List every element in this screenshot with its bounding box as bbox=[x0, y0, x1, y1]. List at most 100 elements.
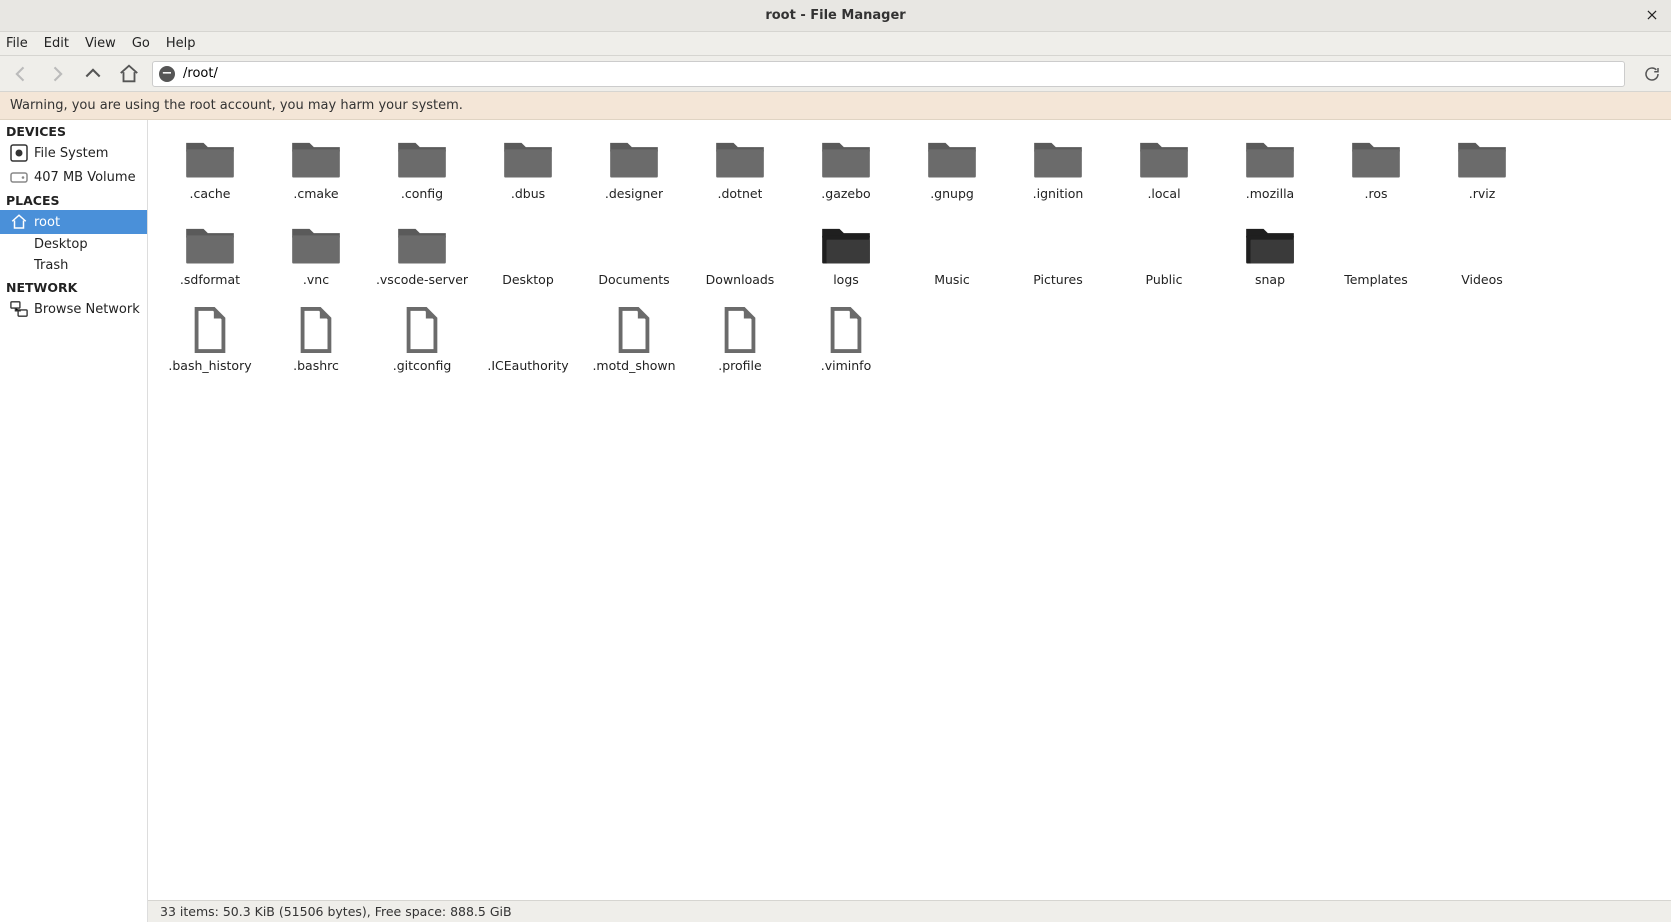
forward-button[interactable] bbox=[44, 61, 70, 87]
folder-item[interactable]: .cmake bbox=[266, 130, 366, 216]
sidebar-item-label: Trash bbox=[34, 258, 68, 273]
item-label: .gnupg bbox=[930, 186, 974, 201]
item-label: snap bbox=[1255, 272, 1285, 287]
folder-item[interactable]: .vnc bbox=[266, 216, 366, 302]
sidebar-item-root[interactable]: root bbox=[0, 210, 147, 234]
up-button[interactable] bbox=[80, 61, 106, 87]
file-item[interactable]: .viminfo bbox=[796, 302, 896, 388]
folder-item[interactable]: .gazebo bbox=[796, 130, 896, 216]
sidebar-item-trash[interactable]: Trash bbox=[0, 255, 147, 276]
item-label: .mozilla bbox=[1246, 186, 1294, 201]
location-bar[interactable]: − bbox=[152, 61, 1625, 87]
folder-item[interactable]: Music bbox=[902, 216, 1002, 302]
item-label: .dotnet bbox=[718, 186, 763, 201]
folder-item[interactable]: Templates bbox=[1326, 216, 1426, 302]
folder-item[interactable]: snap bbox=[1220, 216, 1320, 302]
sidebar-item-browse-network[interactable]: Browse Network bbox=[0, 297, 147, 321]
folder-icon bbox=[818, 134, 874, 182]
folder-item[interactable]: .sdformat bbox=[160, 216, 260, 302]
item-label: .cache bbox=[190, 186, 231, 201]
root-warning-bar: Warning, you are using the root account,… bbox=[0, 92, 1671, 120]
item-label: .local bbox=[1147, 186, 1180, 201]
titlebar: root - File Manager bbox=[0, 0, 1671, 32]
menu-file[interactable]: File bbox=[6, 36, 28, 51]
item-label: .ros bbox=[1365, 186, 1388, 201]
folder-item[interactable]: Desktop bbox=[478, 216, 578, 302]
folder-icon bbox=[712, 220, 768, 268]
file-item[interactable]: .profile bbox=[690, 302, 790, 388]
sidebar-item-label: root bbox=[34, 215, 60, 230]
folder-item[interactable]: Pictures bbox=[1008, 216, 1108, 302]
item-label: .bash_history bbox=[168, 358, 251, 373]
sidebar-header-devices: DEVICES bbox=[0, 120, 147, 141]
folder-item[interactable]: .dotnet bbox=[690, 130, 790, 216]
reload-button[interactable] bbox=[1641, 63, 1663, 85]
folder-item[interactable]: logs bbox=[796, 216, 896, 302]
item-label: Public bbox=[1146, 272, 1183, 287]
item-label: .ignition bbox=[1033, 186, 1084, 201]
sidebar-item-label: File System bbox=[34, 146, 108, 161]
folder-item[interactable]: .dbus bbox=[478, 130, 578, 216]
folder-icon bbox=[182, 134, 238, 182]
main-area: DEVICES File System 407 MB Volume PLACES… bbox=[0, 120, 1671, 922]
disk-icon bbox=[10, 144, 28, 162]
icon-grid[interactable]: .cache .cmake .config .dbus .designer .dotnet… bbox=[148, 120, 1671, 900]
folder-item[interactable]: .ros bbox=[1326, 130, 1426, 216]
folder-item[interactable]: .ignition bbox=[1008, 130, 1108, 216]
path-input[interactable] bbox=[181, 65, 1618, 82]
content-area: .cache .cmake .config .dbus .designer .dotnet… bbox=[148, 120, 1671, 922]
close-button[interactable] bbox=[1643, 6, 1661, 24]
folder-item[interactable]: .config bbox=[372, 130, 472, 216]
folder-item[interactable]: Public bbox=[1114, 216, 1214, 302]
folder-icon bbox=[1136, 220, 1192, 268]
file-item[interactable]: .bash_history bbox=[160, 302, 260, 388]
folder-icon bbox=[606, 134, 662, 182]
file-icon bbox=[394, 306, 450, 354]
item-label: .vscode-server bbox=[376, 272, 468, 287]
menu-go[interactable]: Go bbox=[132, 36, 150, 51]
file-item[interactable]: .gitconfig bbox=[372, 302, 472, 388]
folder-item[interactable]: .rviz bbox=[1432, 130, 1532, 216]
folder-icon bbox=[1348, 134, 1404, 182]
item-label: .profile bbox=[718, 358, 761, 373]
item-label: .config bbox=[401, 186, 443, 201]
folder-item[interactable]: Downloads bbox=[690, 216, 790, 302]
sidebar-header-places: PLACES bbox=[0, 189, 147, 210]
folder-icon bbox=[924, 220, 980, 268]
folder-item[interactable]: .mozilla bbox=[1220, 130, 1320, 216]
sidebar-item-volume[interactable]: 407 MB Volume bbox=[0, 165, 147, 189]
folder-item[interactable]: .vscode-server bbox=[372, 216, 472, 302]
file-item[interactable]: .ICEauthority bbox=[478, 302, 578, 388]
file-item[interactable]: .bashrc bbox=[266, 302, 366, 388]
item-label: .motd_shown bbox=[592, 358, 675, 373]
folder-item[interactable]: Videos bbox=[1432, 216, 1532, 302]
menu-help[interactable]: Help bbox=[166, 36, 196, 51]
folder-item[interactable]: .cache bbox=[160, 130, 260, 216]
folder-icon bbox=[500, 220, 556, 268]
folder-icon bbox=[1242, 220, 1298, 268]
folder-item[interactable]: .local bbox=[1114, 130, 1214, 216]
folder-item[interactable]: .designer bbox=[584, 130, 684, 216]
sidebar-header-network: NETWORK bbox=[0, 276, 147, 297]
folder-item[interactable]: Documents bbox=[584, 216, 684, 302]
home-button[interactable] bbox=[116, 61, 142, 87]
menu-view[interactable]: View bbox=[85, 36, 116, 51]
folder-item[interactable]: .gnupg bbox=[902, 130, 1002, 216]
sidebar-item-filesystem[interactable]: File System bbox=[0, 141, 147, 165]
item-label: Desktop bbox=[502, 272, 554, 287]
item-label: Music bbox=[934, 272, 970, 287]
sidebar-item-label: Browse Network bbox=[34, 302, 140, 317]
item-label: logs bbox=[833, 272, 859, 287]
back-button[interactable] bbox=[8, 61, 34, 87]
folder-icon bbox=[182, 220, 238, 268]
menu-edit[interactable]: Edit bbox=[44, 36, 69, 51]
item-label: .viminfo bbox=[821, 358, 871, 373]
location-type-icon: − bbox=[159, 66, 175, 82]
item-label: .dbus bbox=[511, 186, 545, 201]
sidebar-item-desktop[interactable]: Desktop bbox=[0, 234, 147, 255]
folder-icon bbox=[606, 220, 662, 268]
file-icon bbox=[500, 306, 556, 354]
item-label: .vnc bbox=[303, 272, 329, 287]
folder-icon bbox=[500, 134, 556, 182]
file-item[interactable]: .motd_shown bbox=[584, 302, 684, 388]
